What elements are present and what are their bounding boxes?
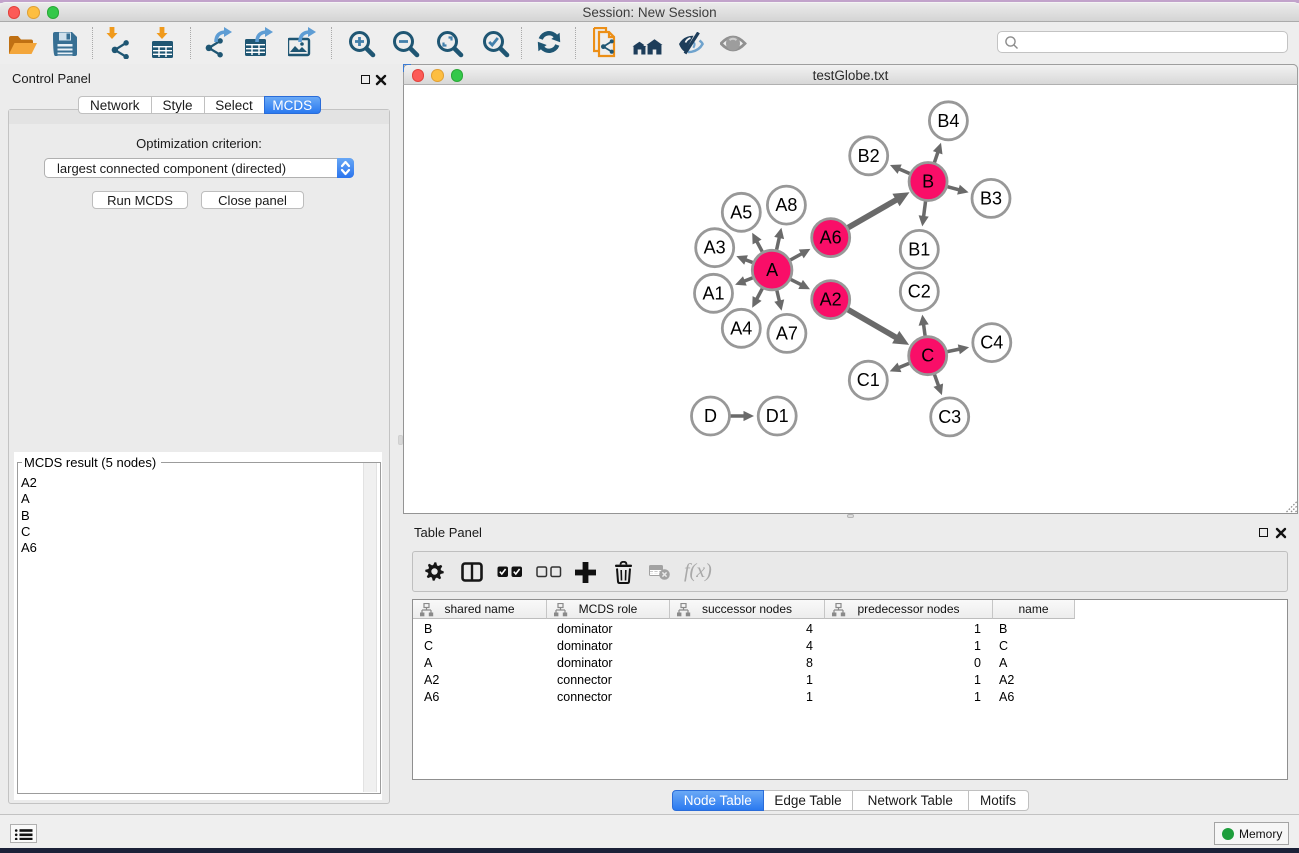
- svg-text:A4: A4: [730, 318, 752, 338]
- svg-text:C3: C3: [938, 407, 961, 427]
- svg-text:C: C: [921, 346, 934, 366]
- svg-text:C2: C2: [908, 282, 931, 302]
- svg-text:C4: C4: [980, 333, 1003, 353]
- svg-text:A1: A1: [702, 283, 724, 303]
- svg-text:B3: B3: [980, 188, 1002, 208]
- svg-text:A: A: [766, 260, 778, 280]
- svg-text:B2: B2: [858, 146, 880, 166]
- svg-text:A8: A8: [775, 195, 797, 215]
- svg-text:A3: A3: [704, 238, 726, 258]
- svg-text:D: D: [704, 406, 717, 426]
- svg-text:C1: C1: [857, 370, 880, 390]
- svg-text:A6: A6: [820, 228, 842, 248]
- svg-text:A5: A5: [730, 202, 752, 222]
- svg-text:B: B: [922, 172, 934, 192]
- svg-text:B4: B4: [937, 111, 959, 131]
- svg-text:A7: A7: [776, 323, 798, 343]
- svg-text:A2: A2: [820, 290, 842, 310]
- svg-text:B1: B1: [908, 239, 930, 259]
- svg-text:D1: D1: [766, 406, 789, 426]
